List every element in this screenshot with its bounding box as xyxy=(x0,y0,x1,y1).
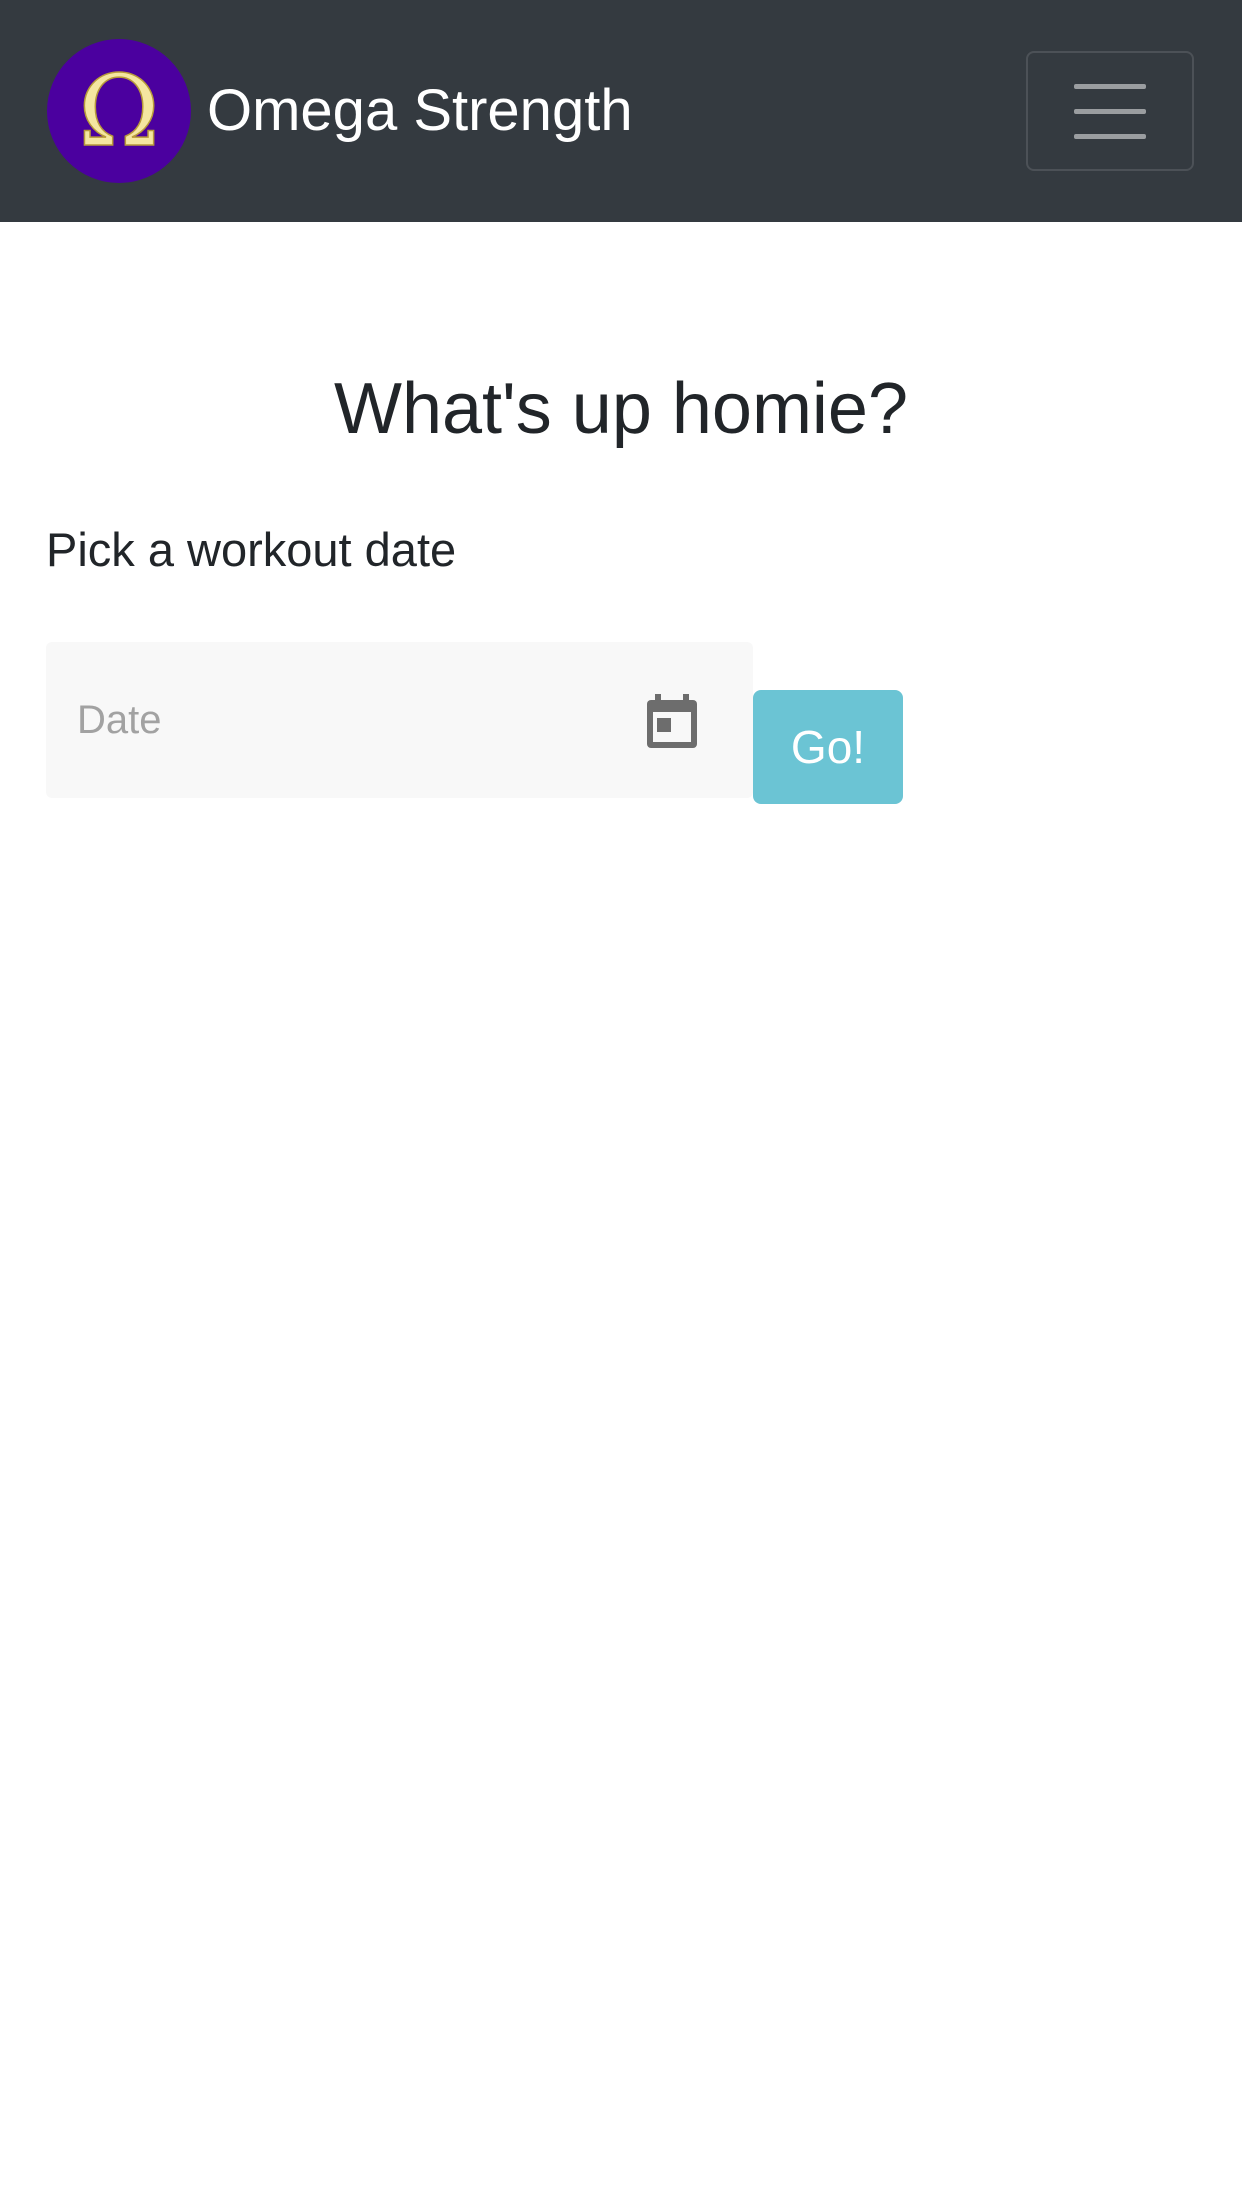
date-prompt-label: Pick a workout date xyxy=(46,523,457,576)
calendar-icon[interactable] xyxy=(645,694,699,750)
go-button[interactable]: Go! xyxy=(753,690,903,804)
svg-text:Ω: Ω xyxy=(78,63,159,159)
brand-link[interactable]: Ω Omega Strength xyxy=(47,39,633,183)
menu-toggle-button[interactable] xyxy=(1026,51,1194,171)
date-field xyxy=(46,642,753,798)
brand-name: Omega Strength xyxy=(207,78,633,143)
omega-glyph-icon: Ω xyxy=(78,63,161,159)
hamburger-icon-line xyxy=(1074,108,1146,114)
page-heading: What's up homie? xyxy=(333,369,909,449)
hamburger-icon-line xyxy=(1074,133,1146,139)
omega-logo: Ω xyxy=(47,39,191,183)
top-navbar: Ω Omega Strength xyxy=(0,0,1242,222)
hamburger-icon-line xyxy=(1074,83,1146,89)
